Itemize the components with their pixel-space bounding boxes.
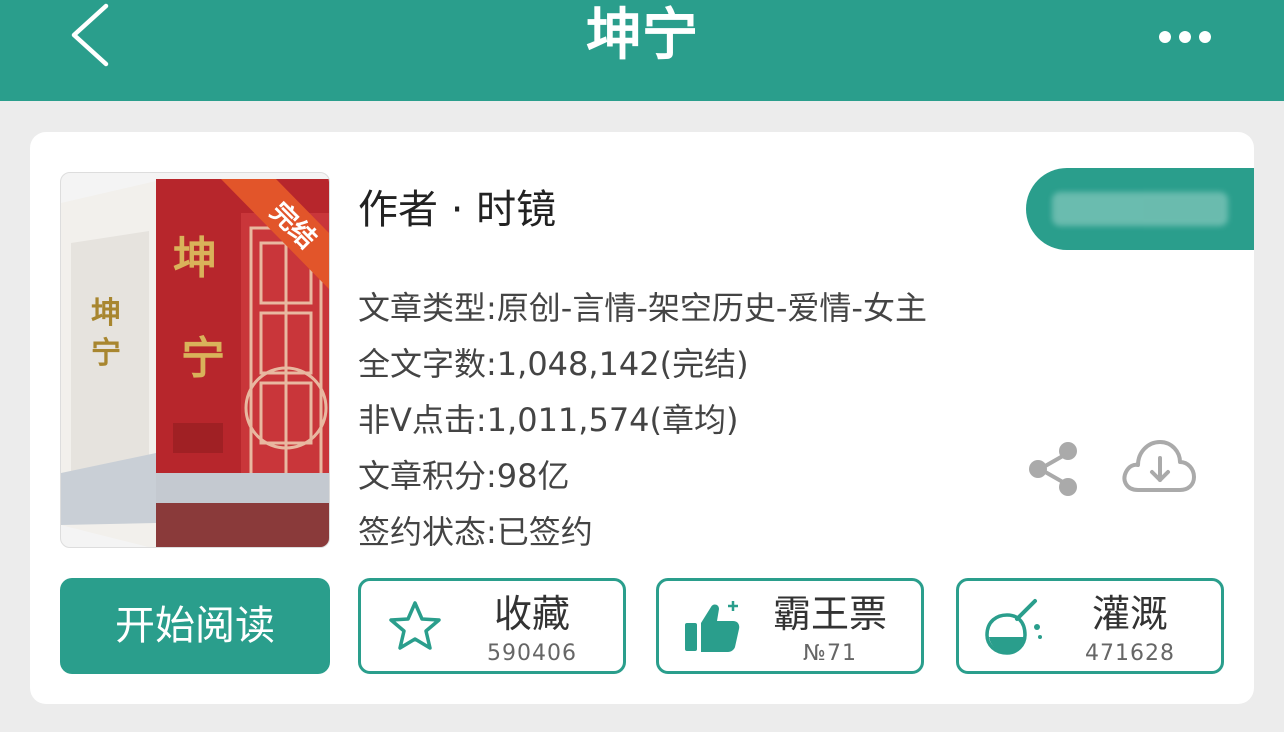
- top-bar: 坤宁: [0, 0, 1284, 101]
- svg-text:宁: 宁: [91, 336, 121, 371]
- more-button[interactable]: [1150, 22, 1220, 52]
- irrigate-label: 灌溉: [1091, 592, 1168, 636]
- share-button[interactable]: [1026, 440, 1082, 498]
- svg-text:坤: 坤: [173, 233, 217, 284]
- vote-button[interactable]: 霸王票 №71: [656, 578, 924, 674]
- author-name[interactable]: 作者 · 时镜: [358, 186, 556, 234]
- page-title: 坤宁: [586, 3, 698, 68]
- svg-text:坤: 坤: [91, 296, 121, 331]
- meta-contract: 签约状态:已签约: [358, 513, 593, 551]
- cloud-download-icon: [1122, 440, 1196, 492]
- share-icon: [1029, 442, 1077, 496]
- flask-icon: [985, 599, 1042, 655]
- start-reading-button[interactable]: 开始阅读: [60, 578, 330, 674]
- vote-rank: №71: [803, 641, 857, 666]
- book-cover[interactable]: 坤 宁 坤 宁 完结: [60, 172, 330, 548]
- favorite-label: 收藏: [493, 592, 570, 636]
- meta-score: 文章积分:98亿: [358, 457, 570, 495]
- thumbs-up-icon: [685, 601, 740, 652]
- blurred-pill-label: [1052, 192, 1228, 226]
- vote-label: 霸王票: [772, 592, 887, 636]
- back-button[interactable]: [62, 2, 122, 68]
- book-info-card: 坤 宁 坤 宁 完结 作者 · 时镜 文章类型:原创-言情-架空历史-爱情-女主…: [30, 132, 1254, 704]
- chevron-left-icon: [71, 3, 109, 67]
- favorite-button[interactable]: 收藏 590406: [358, 578, 626, 674]
- download-button[interactable]: [1120, 434, 1196, 498]
- meta-genre: 文章类型:原创-言情-架空历史-爱情-女主: [358, 289, 927, 327]
- irrigate-count: 471628: [1085, 641, 1175, 666]
- irrigate-button[interactable]: 灌溉 471628: [956, 578, 1224, 674]
- more-horizontal-icon: [1159, 31, 1211, 43]
- star-icon: [389, 601, 441, 650]
- favorite-count: 590406: [487, 641, 577, 666]
- book-meta-list: 文章类型:原创-言情-架空历史-爱情-女主 全文字数:1,048,142(完结)…: [358, 280, 927, 560]
- author-follow-pill[interactable]: [1026, 168, 1254, 250]
- meta-clicks: 非V点击:1,011,574(章均): [358, 401, 739, 439]
- meta-word-count: 全文字数:1,048,142(完结): [358, 345, 749, 383]
- svg-text:宁: 宁: [181, 333, 225, 384]
